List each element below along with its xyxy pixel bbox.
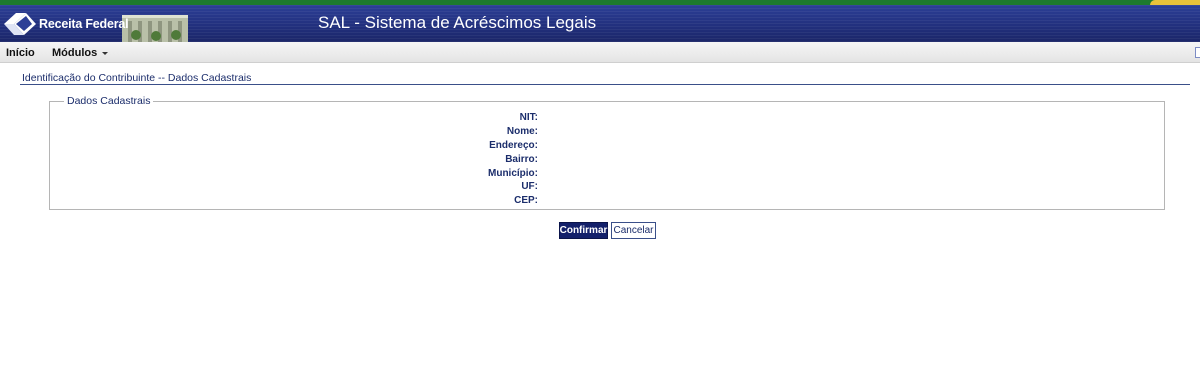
menu-item-modulos-label: Módulos (52, 47, 98, 59)
field-label-municipio: Município: (488, 168, 538, 179)
breadcrumb-divider (20, 84, 1190, 85)
menu-bar: Início Módulos (0, 42, 1200, 63)
cancel-button[interactable]: Cancelar (611, 222, 656, 239)
building-icon (118, 5, 192, 42)
brand-name: Receita Federal (39, 17, 129, 31)
dados-cadastrais-fieldset (49, 101, 1165, 210)
fieldset-legend: Dados Cadastrais (64, 95, 154, 107)
field-label-bairro: Bairro: (505, 154, 538, 165)
brand-logo[interactable]: Receita Federal (2, 9, 129, 39)
menu-item-modulos[interactable]: Módulos (52, 47, 109, 59)
scroll-edge-box (1195, 47, 1200, 58)
breadcrumb: Identificação do Contribuinte -- Dados C… (22, 72, 252, 84)
chevron-down-icon (102, 51, 109, 55)
field-label-nit: NIT: (519, 112, 538, 123)
field-label-endereco: Endereço: (489, 140, 538, 151)
app-header: Receita Federal SAL - Sistema de Acrésci… (0, 5, 1200, 42)
field-label-nome: Nome: (506, 126, 538, 137)
field-label-uf: UF: (521, 181, 538, 192)
confirm-button[interactable]: Confirmar (559, 222, 608, 239)
field-label-cep: CEP: (514, 195, 538, 206)
menu-item-inicio[interactable]: Início (6, 47, 35, 59)
receita-federal-logo-icon (2, 10, 38, 38)
app-title: SAL - Sistema de Acréscimos Legais (318, 13, 597, 32)
